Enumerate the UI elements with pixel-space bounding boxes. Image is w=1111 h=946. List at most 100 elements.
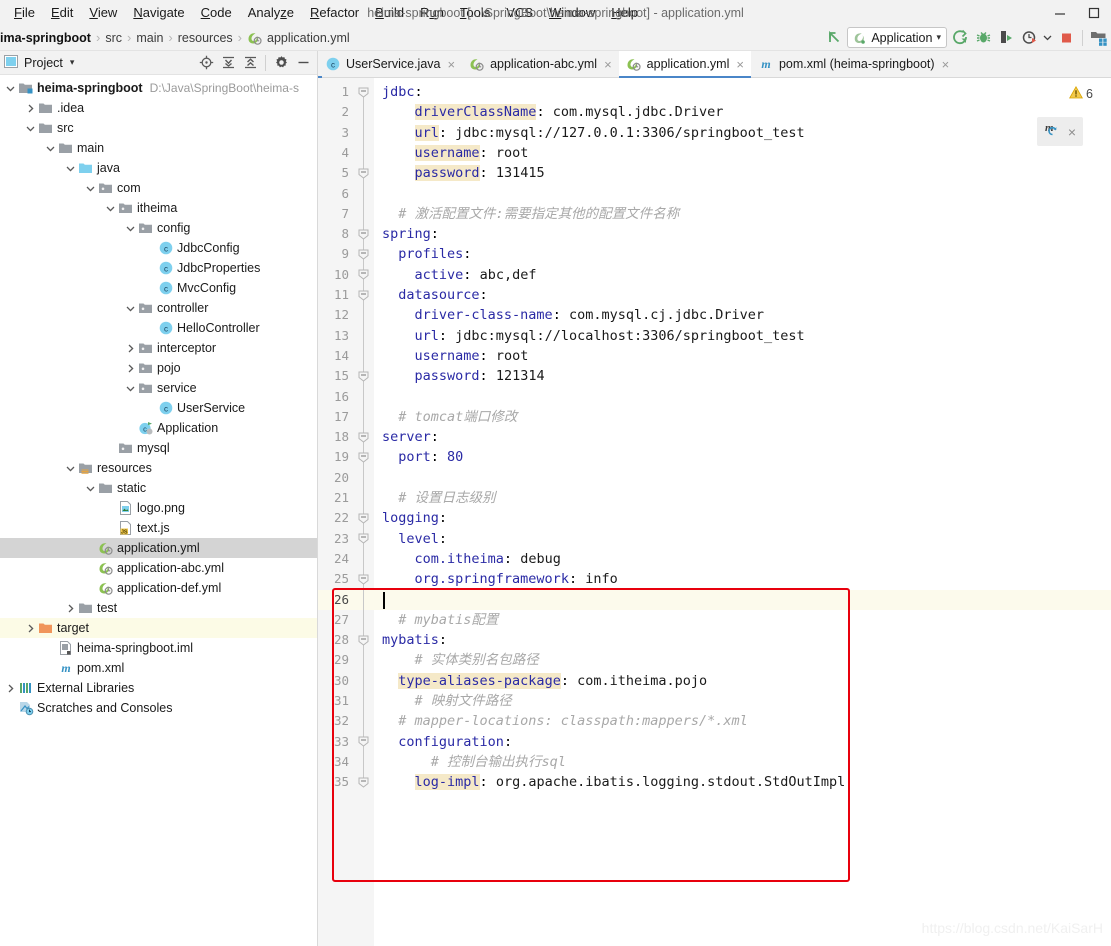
tree-item-application-def-yml[interactable]: application-def.yml <box>0 578 317 598</box>
tree-item-heima-springboot-iml[interactable]: heima-springboot.iml <box>0 638 317 658</box>
tree-item-userservice[interactable]: c UserService <box>0 398 317 418</box>
menu-item-analyze[interactable]: Analyze <box>240 3 302 22</box>
debug-icon[interactable] <box>973 27 993 48</box>
fold-collapse-icon[interactable] <box>357 228 370 241</box>
fold-collapse-icon[interactable] <box>357 431 370 444</box>
fold-end-marker[interactable] <box>357 451 370 464</box>
chevron-down-icon[interactable] <box>64 158 77 178</box>
tree-item-java[interactable]: java <box>0 158 317 178</box>
build-icon[interactable] <box>824 27 844 48</box>
chevron-down-icon[interactable]: ▾ <box>936 32 941 43</box>
profiler-dropdown-icon[interactable] <box>1042 27 1053 48</box>
run-icon[interactable] <box>950 27 970 48</box>
code-line[interactable]: # 实体类别名包路径 <box>374 650 1111 670</box>
tree-item-main[interactable]: main <box>0 138 317 158</box>
chevron-down-icon[interactable] <box>84 478 97 498</box>
menu-item-view[interactable]: View <box>81 3 125 22</box>
code-line[interactable]: driverClassName: com.mysql.jdbc.Driver <box>374 102 1111 122</box>
chevron-down-icon[interactable] <box>124 218 137 238</box>
code-line[interactable]: password: 121314 <box>374 366 1111 386</box>
chevron-right-icon[interactable] <box>4 678 17 698</box>
close-icon[interactable]: × <box>447 58 455 71</box>
code-line[interactable]: com.itheima: debug <box>374 549 1111 569</box>
tree-item-pom-xml[interactable]: m pom.xml <box>0 658 317 678</box>
code-line[interactable]: username: root <box>374 143 1111 163</box>
code-line[interactable]: server: <box>374 427 1111 447</box>
code-line[interactable]: log-impl: org.apache.ibatis.logging.stdo… <box>374 772 1111 792</box>
fold-gutter[interactable] <box>354 78 374 946</box>
run-configuration-selector[interactable]: Application ▾ <box>847 27 947 48</box>
chevron-down-icon[interactable] <box>44 138 57 158</box>
code-line[interactable]: datasource: <box>374 285 1111 305</box>
fold-collapse-icon[interactable] <box>357 248 370 261</box>
tree-item-logo-png[interactable]: logo.png <box>0 498 317 518</box>
breadcrumb-item-resources[interactable]: resources <box>178 31 233 45</box>
tree-item-jdbcconfig[interactable]: c JdbcConfig <box>0 238 317 258</box>
tree-item-interceptor[interactable]: interceptor <box>0 338 317 358</box>
tree-item-src[interactable]: src <box>0 118 317 138</box>
tree-item-com[interactable]: com <box>0 178 317 198</box>
maximize-icon[interactable] <box>1077 0 1111 25</box>
code-line[interactable]: active: abc,def <box>374 265 1111 285</box>
settings-icon[interactable] <box>271 53 291 73</box>
close-icon[interactable]: × <box>604 58 612 71</box>
code-line[interactable] <box>374 184 1111 204</box>
code-line[interactable] <box>374 590 1111 610</box>
fold-collapse-icon[interactable] <box>357 532 370 545</box>
chevron-down-icon[interactable] <box>104 198 117 218</box>
close-icon[interactable]: × <box>942 58 950 71</box>
tree-item--idea[interactable]: .idea <box>0 98 317 118</box>
tree-item-hellocontroller[interactable]: c HelloController <box>0 318 317 338</box>
fold-collapse-icon[interactable] <box>357 289 370 302</box>
tree-item-application-abc-yml[interactable]: application-abc.yml <box>0 558 317 578</box>
code-line[interactable]: mybatis: <box>374 630 1111 650</box>
code-line[interactable]: # 激活配置文件:需要指定其他的配置文件名称 <box>374 204 1111 224</box>
menu-item-refactor[interactable]: Refactor <box>302 3 367 22</box>
fold-end-marker[interactable] <box>357 370 370 383</box>
stop-icon[interactable] <box>1056 27 1076 48</box>
code-line[interactable]: type-aliases-package: com.itheima.pojo <box>374 671 1111 691</box>
tree-item-mysql[interactable]: mysql <box>0 438 317 458</box>
code-line[interactable]: # 设置日志级别 <box>374 488 1111 508</box>
chevron-right-icon[interactable] <box>124 358 137 378</box>
fold-end-marker[interactable] <box>357 268 370 281</box>
code-line[interactable]: # tomcat端口修改 <box>374 407 1111 427</box>
chevron-right-icon[interactable] <box>124 338 137 358</box>
close-icon[interactable]: × <box>1068 125 1076 139</box>
code-line[interactable]: spring: <box>374 224 1111 244</box>
code-line[interactable]: org.springframework: info <box>374 569 1111 589</box>
tree-item-resources[interactable]: resources <box>0 458 317 478</box>
fold-collapse-icon[interactable] <box>357 735 370 748</box>
tree-item-text-js[interactable]: JS text.js <box>0 518 317 538</box>
code-line[interactable]: profiles: <box>374 244 1111 264</box>
code-line[interactable]: configuration: <box>374 732 1111 752</box>
tree-item-application-yml[interactable]: application.yml <box>0 538 317 558</box>
tree-item-service[interactable]: service <box>0 378 317 398</box>
menu-item-navigate[interactable]: Navigate <box>125 3 192 22</box>
fold-end-marker[interactable] <box>357 167 370 180</box>
code-line[interactable]: logging: <box>374 508 1111 528</box>
tree-item-test[interactable]: test <box>0 598 317 618</box>
code-line[interactable]: level: <box>374 529 1111 549</box>
tree-item-target[interactable]: target <box>0 618 317 638</box>
chevron-down-icon[interactable] <box>124 298 137 318</box>
profiler-icon[interactable] <box>1019 27 1039 48</box>
locate-icon[interactable] <box>196 53 216 73</box>
tree-item-external-libraries[interactable]: External Libraries <box>0 678 317 698</box>
project-tree[interactable]: heima-springboot D:\Java\SpringBoot\heima… <box>0 75 317 946</box>
code-line[interactable]: password: 131415 <box>374 163 1111 183</box>
menu-item-code[interactable]: Code <box>193 3 240 22</box>
inspection-warning-badge[interactable]: 6 <box>1069 85 1093 102</box>
tree-item-static[interactable]: static <box>0 478 317 498</box>
code-content[interactable]: jdbc: driverClassName: com.mysql.jdbc.Dr… <box>374 78 1111 946</box>
chevron-down-icon[interactable] <box>24 118 37 138</box>
project-structure-icon[interactable] <box>1089 27 1109 48</box>
hide-panel-icon[interactable] <box>293 53 313 73</box>
breadcrumb-item-application-yml[interactable]: application.yml <box>247 30 350 46</box>
editor-tab-application-yml[interactable]: application.yml × <box>618 51 752 78</box>
chevron-down-icon[interactable] <box>124 378 137 398</box>
menu-item-tools[interactable]: Tools <box>452 3 498 22</box>
tree-item-itheima[interactable]: itheima <box>0 198 317 218</box>
code-editor[interactable]: 1 2 3 4 5 6 7 8 9 10 11 12 13 14 15 16 17 18 19 20 21 22 23 24 2… <box>318 78 1111 946</box>
code-line[interactable]: url: jdbc:mysql://localhost:3306/springb… <box>374 326 1111 346</box>
